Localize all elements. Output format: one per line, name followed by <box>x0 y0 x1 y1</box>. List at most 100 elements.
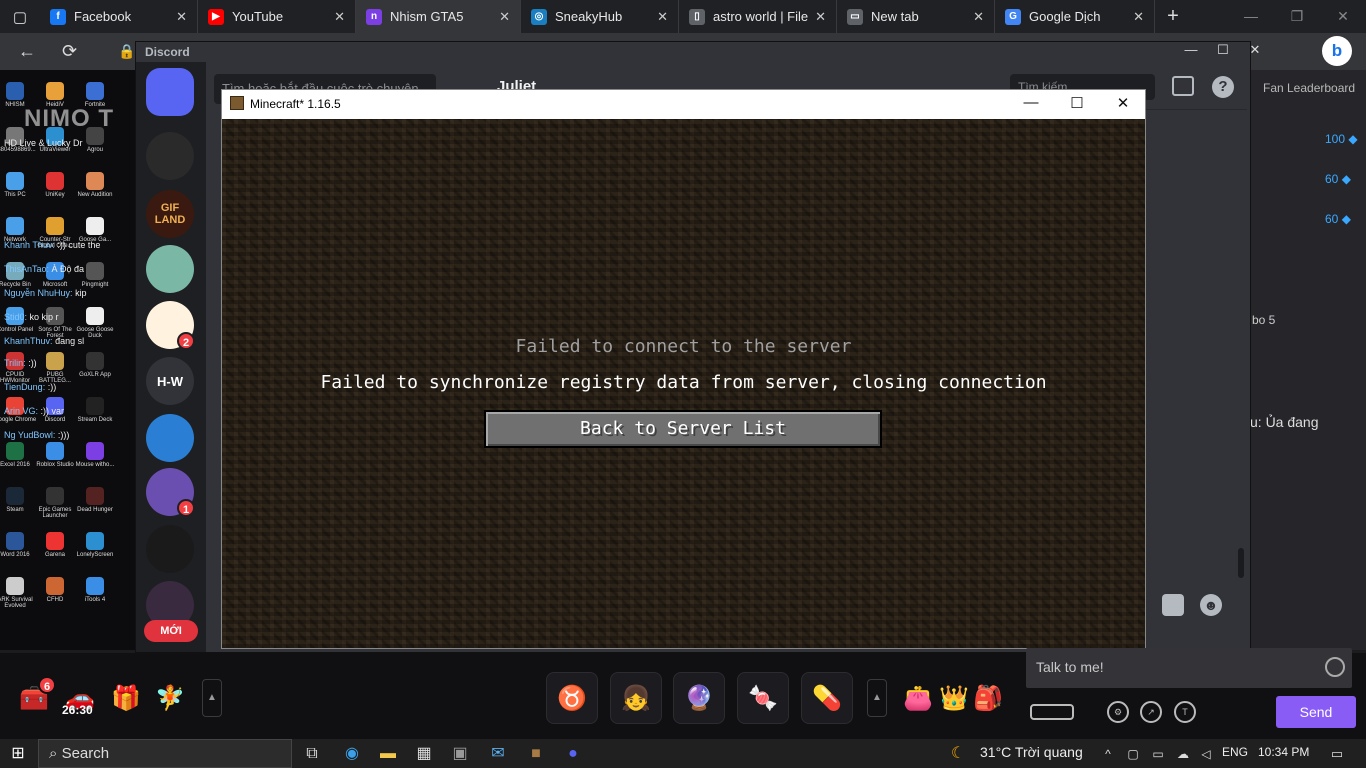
speaker-icon[interactable]: ◁ <box>1196 744 1216 764</box>
top-icon[interactable]: T <box>1174 701 1196 723</box>
desktop-app-icon <box>86 307 104 325</box>
tab-newtab[interactable]: ▭ New tab ✕ <box>837 0 995 33</box>
restore-icon[interactable]: ❐ <box>1274 8 1320 25</box>
desktop-app-icon <box>86 82 104 100</box>
cloud-icon[interactable]: ☁ <box>1173 744 1193 764</box>
maximize-icon[interactable]: ☐ <box>1054 94 1100 112</box>
language-indicator[interactable]: ENG <box>1222 745 1248 759</box>
expand-up-icon[interactable]: ▲ <box>867 679 887 717</box>
share-icon[interactable]: ↗ <box>1140 701 1162 723</box>
weather[interactable]: 31°C Trời quang <box>980 744 1083 760</box>
gift-capsule-icon[interactable]: 💊 <box>801 672 853 724</box>
send-button[interactable]: Send <box>1276 696 1356 728</box>
browser-window-controls: — ❐ ✕ <box>1228 8 1366 25</box>
bing-icon[interactable]: b <box>1322 36 1352 66</box>
tab-sneakyhub[interactable]: ◎ SneakyHub ✕ <box>521 0 679 33</box>
tab-youtube[interactable]: ▶ YouTube ✕ <box>198 0 356 33</box>
close-tab-icon[interactable]: ✕ <box>815 9 826 25</box>
wallet-icon[interactable]: 👛 <box>898 678 938 718</box>
desktop-app-label: New Audition <box>77 192 113 198</box>
gift-box-icon[interactable]: 🎁 <box>106 678 146 718</box>
close-icon[interactable]: ✕ <box>1100 94 1146 112</box>
server-minecraft-realm-icon[interactable] <box>146 245 194 293</box>
server-discord-home-icon[interactable] <box>146 68 194 116</box>
lock-icon[interactable]: 🔒 <box>118 43 135 60</box>
taskbar-search[interactable]: ⌕ Search <box>38 739 292 768</box>
gift-crystal-ball-icon[interactable]: 🔮 <box>673 672 725 724</box>
maximize-icon[interactable]: ☐ <box>1207 42 1239 58</box>
desktop-app-icon <box>86 262 104 280</box>
close-tab-icon[interactable]: ✕ <box>334 9 345 25</box>
server-gif-land-icon[interactable]: GIF LAND <box>146 190 194 238</box>
task-view-icon[interactable]: ⧉ <box>302 744 322 764</box>
minimize-icon[interactable]: — <box>1008 94 1054 111</box>
expand-up-icon[interactable]: ▲ <box>202 679 222 717</box>
chat-username: ThisAnTao: <box>4 264 50 274</box>
refresh-icon[interactable]: ⟳ <box>62 41 77 62</box>
nimo-watermark: NIMO T <box>24 105 114 132</box>
discord-taskbar-icon[interactable]: ● <box>563 744 583 764</box>
sticker-icon[interactable] <box>1162 594 1184 616</box>
gift-candy-icon[interactable]: 🍬 <box>737 672 789 724</box>
file-explorer-icon[interactable]: ▬ <box>378 744 398 764</box>
edge-icon[interactable]: ◉ <box>342 744 362 764</box>
new-badge[interactable]: MỚI <box>144 620 198 642</box>
back-to-server-list-button[interactable]: Back to Server List <box>484 410 882 448</box>
minecraft-taskbar-icon[interactable]: ■ <box>526 744 546 764</box>
new-tab-button[interactable]: + <box>1155 5 1191 28</box>
fan-leaderboard-title[interactable]: Fan Leaderboard <box>1263 81 1355 95</box>
tab-google-translate[interactable]: G Google Dịch ✕ <box>995 0 1155 33</box>
tab-facebook[interactable]: f Facebook ✕ <box>40 0 198 33</box>
notification-icon[interactable]: ▭ <box>1327 744 1347 764</box>
close-tab-icon[interactable]: ✕ <box>176 9 187 25</box>
tab-actions-icon[interactable]: ▢ <box>0 0 40 33</box>
minimize-icon[interactable]: — <box>1175 42 1207 58</box>
start-icon[interactable]: ⊞ <box>8 744 28 764</box>
server-arrow-server-icon[interactable] <box>146 525 194 573</box>
close-tab-icon[interactable]: ✕ <box>1133 9 1144 25</box>
backpack-icon[interactable]: 🎒 <box>968 678 1008 718</box>
toggle-icon[interactable] <box>1030 704 1074 720</box>
close-tab-icon[interactable]: ✕ <box>657 9 668 25</box>
close-tab-icon[interactable]: ✕ <box>973 9 984 25</box>
desktop-app-label: Discord <box>44 417 66 423</box>
tab-document[interactable]: ▯ astro world | File ✕ <box>679 0 837 33</box>
close-icon[interactable]: ✕ <box>1239 42 1271 58</box>
back-icon[interactable]: ← <box>18 41 36 62</box>
desktop-app-icon <box>86 532 104 550</box>
clock[interactable]: 10:34 PM <box>1258 745 1309 759</box>
scrollbar[interactable] <box>1238 548 1244 578</box>
close-icon[interactable]: ✕ <box>1320 8 1366 25</box>
settings-icon[interactable]: ⚙ <box>1107 701 1129 723</box>
desktop-app-label: This PC <box>4 192 26 198</box>
fairy-icon[interactable]: 🧚 <box>150 678 190 718</box>
help-icon[interactable]: ? <box>1212 76 1234 98</box>
tab-nimo[interactable]: n Nhism GTA5 ✕ <box>356 0 521 33</box>
tray-icon[interactable]: ▢ <box>1123 744 1143 764</box>
desktop-app-label: Control Panel <box>0 327 34 333</box>
emoji-icon[interactable]: ☻ <box>1200 594 1222 616</box>
desktop-app-icon <box>86 442 104 460</box>
gift-taurus-icon[interactable]: ♉ <box>546 672 598 724</box>
desktop-app-label: GoXLR App <box>79 372 111 378</box>
emoji-icon[interactable] <box>1325 657 1345 677</box>
gift-anime-icon[interactable]: 👧 <box>610 672 662 724</box>
close-tab-icon[interactable]: ✕ <box>499 9 510 25</box>
browser-tab-bar: ▢ f Facebook ✕ ▶ YouTube ✕ n Nhism GTA5 ✕ ◎ Sneaky… <box>0 0 1366 33</box>
document-icon: ▯ <box>689 8 705 25</box>
server-blue-server-icon[interactable] <box>146 414 194 462</box>
minimize-icon[interactable]: — <box>1228 8 1274 25</box>
app-icon[interactable]: ▣ <box>450 744 470 764</box>
nimo-icon: n <box>366 8 382 25</box>
desktop-app-icon <box>86 397 104 415</box>
chat-input[interactable]: Talk to me! <box>1026 648 1352 688</box>
chevron-up-icon[interactable]: ^ <box>1098 744 1118 764</box>
network-icon[interactable]: ▭ <box>1148 744 1168 764</box>
minecraft-titlebar <box>222 90 1145 119</box>
server-h-w-icon[interactable]: H-W <box>146 357 194 405</box>
server-valorant-icon[interactable] <box>146 132 194 180</box>
store-icon[interactable]: ▦ <box>414 744 434 764</box>
chat-username: TienDung: <box>4 382 46 392</box>
inbox-icon[interactable] <box>1172 76 1194 96</box>
mail-icon[interactable]: ✉ <box>488 744 508 764</box>
